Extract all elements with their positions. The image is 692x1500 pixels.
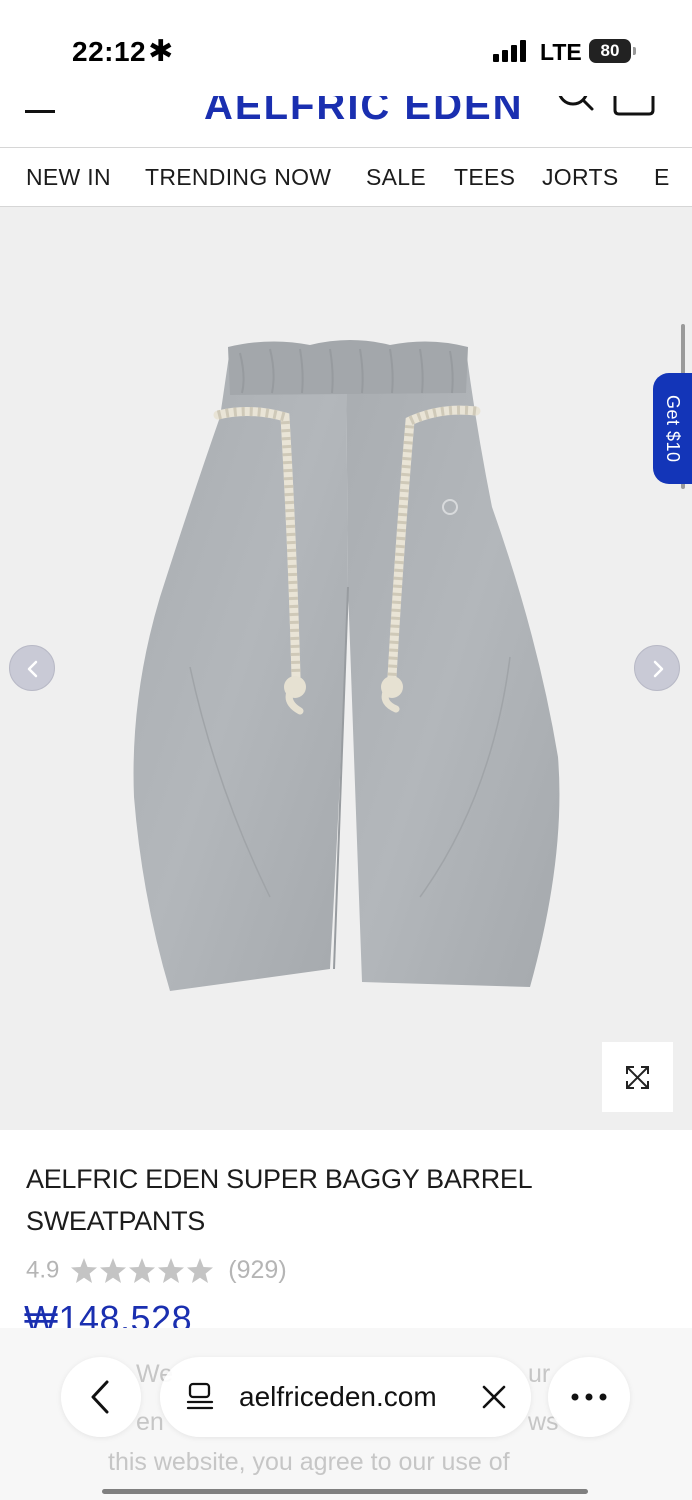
nav-item-jorts[interactable]: JORTS <box>542 164 618 191</box>
url-text: aelfriceden.com <box>239 1381 437 1412</box>
product-gallery[interactable]: Get $10 <box>0 207 692 1130</box>
back-icon <box>91 1380 109 1414</box>
product-title: AELFRIC EDEN SUPER BAGGY BARREL SWEATPAN… <box>26 1164 532 1236</box>
star-rating-icon <box>70 1257 213 1283</box>
site-header: AELFRIC EDEN <box>0 96 692 148</box>
expand-icon <box>626 1066 649 1089</box>
tabs-icon <box>186 1382 214 1410</box>
nav-item-partial[interactable]: E <box>654 164 670 191</box>
promo-tab-label: Get $10 <box>663 394 683 463</box>
battery-tip <box>633 47 636 55</box>
status-time-text: 22:12 <box>72 36 147 67</box>
status-activity-icon: ✱ <box>148 35 174 68</box>
chevron-right-icon <box>653 660 664 678</box>
cookie-text-fragment: ur <box>528 1360 551 1388</box>
more-icon <box>571 1393 607 1401</box>
nav-item-tees[interactable]: TEES <box>454 164 515 191</box>
bag-icon[interactable] <box>612 96 656 120</box>
promo-tab[interactable]: Get $10 <box>653 373 692 484</box>
gallery-prev-button[interactable] <box>9 645 55 691</box>
cookie-text: this website, you agree to our use of <box>108 1448 510 1476</box>
site-logo[interactable]: AELFRIC EDEN <box>204 96 524 129</box>
browser-more-button[interactable] <box>548 1357 630 1437</box>
network-label: LTE <box>540 39 582 65</box>
close-icon[interactable] <box>482 1385 506 1409</box>
home-indicator[interactable] <box>102 1489 588 1494</box>
browser-back-button[interactable] <box>61 1357 141 1437</box>
status-bar: 22:12✱ LTE 80 <box>0 0 692 96</box>
zoom-button[interactable] <box>602 1042 673 1112</box>
category-nav: NEW IN TRENDING NOW SALE TEES JORTS E <box>0 148 692 207</box>
battery-icon: 80 <box>589 39 631 63</box>
nav-item-new-in[interactable]: NEW IN <box>26 164 111 191</box>
product-price: ₩148,528 <box>24 1298 193 1328</box>
rating-row[interactable]: 4.9 (929) <box>26 1256 287 1288</box>
browser-address-bar[interactable]: aelfriceden.com <box>160 1357 531 1437</box>
status-time: 22:12✱ <box>72 34 174 69</box>
search-icon[interactable] <box>555 96 595 118</box>
chevron-left-icon <box>27 660 38 678</box>
review-count: (929) <box>228 1256 287 1284</box>
nav-item-sale[interactable]: SALE <box>366 164 426 191</box>
rating-value: 4.9 <box>26 1256 60 1284</box>
nav-item-trending-now[interactable]: TRENDING NOW <box>145 164 331 191</box>
product-image <box>133 340 560 991</box>
signal-icon <box>493 40 529 62</box>
gallery-next-button[interactable] <box>634 645 680 691</box>
menu-icon[interactable] <box>25 110 55 113</box>
